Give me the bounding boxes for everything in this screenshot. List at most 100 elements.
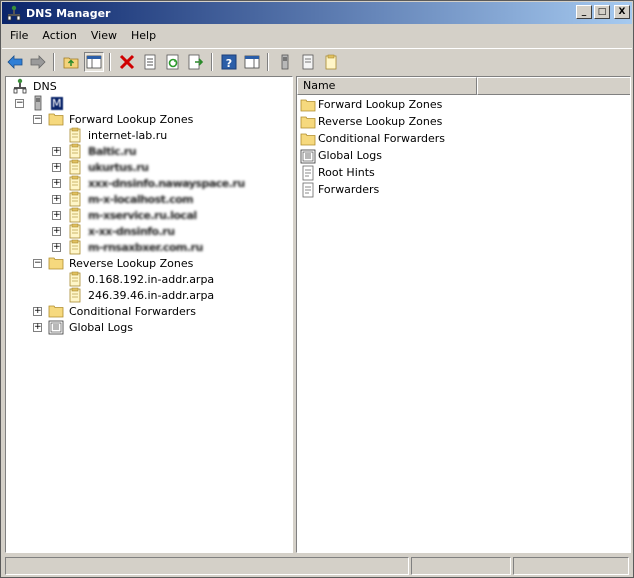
- folder-icon: [300, 99, 316, 111]
- refresh-icon: [166, 54, 179, 69]
- tree-item-reverse-zone[interactable]: 0.168.192.in-addr.arpa: [67, 271, 214, 287]
- close-icon: X: [618, 6, 626, 17]
- collapse-server-toggle[interactable]: −: [15, 99, 24, 108]
- up-one-level-button[interactable]: [61, 52, 81, 72]
- tree-label: ukurtus.ru: [88, 160, 149, 174]
- expand-zone-toggle[interactable]: +: [52, 179, 61, 188]
- list-item[interactable]: Root Hints: [300, 164, 375, 181]
- tree-item-forward-zone[interactable]: ukurtus.ru: [67, 159, 149, 175]
- expand-zone-toggle[interactable]: +: [52, 195, 61, 204]
- tree-item-dns[interactable]: DNS: [12, 78, 57, 94]
- tree-label: xxx-dnsinfo.nawayspace.ru: [88, 176, 245, 190]
- new-record-button[interactable]: [298, 52, 318, 72]
- status-pane-main: [5, 557, 409, 575]
- log-icon: [48, 320, 64, 335]
- list-item[interactable]: Reverse Lookup Zones: [300, 113, 442, 130]
- maximize-button[interactable]: □: [594, 5, 610, 19]
- tree-label: internet-lab.ru: [88, 128, 168, 142]
- tree-item-forward-zone[interactable]: x-xx-dnsinfo.ru: [67, 223, 175, 239]
- menu-bar: File Action View Help: [2, 25, 632, 47]
- help-button[interactable]: ?: [219, 52, 239, 72]
- delete-button[interactable]: [117, 52, 137, 72]
- tree-item-forward-zone[interactable]: Baltic.ru: [67, 143, 137, 159]
- back-button[interactable]: [5, 52, 25, 72]
- expand-zone-toggle[interactable]: +: [52, 243, 61, 252]
- expand-zone-toggle[interactable]: +: [52, 163, 61, 172]
- minimize-button[interactable]: _: [576, 5, 592, 19]
- tree-item-forward-zone[interactable]: m-xservice.ru.local: [67, 207, 197, 223]
- tree-item-forward-lookup-zones[interactable]: Forward Lookup Zones: [48, 111, 193, 127]
- list-item-label: Forwarders: [318, 183, 380, 196]
- tree-label: Conditional Forwarders: [69, 304, 197, 318]
- tree-item-server[interactable]: M: [30, 95, 63, 111]
- zone-icon: [69, 143, 81, 159]
- list-item-label: Conditional Forwarders: [318, 132, 446, 145]
- dns-manager-window: DNS Manager _ □ X File Action View Help: [0, 0, 634, 578]
- tree-item-forward-zone[interactable]: xxx-dnsinfo.nawayspace.ru: [67, 175, 245, 191]
- menu-action[interactable]: Action: [36, 27, 82, 45]
- menu-view[interactable]: View: [85, 27, 123, 45]
- list-item[interactable]: Forward Lookup Zones: [300, 96, 442, 113]
- menu-help[interactable]: Help: [125, 27, 162, 45]
- refresh-button[interactable]: [163, 52, 183, 72]
- forward-button[interactable]: [28, 52, 48, 72]
- new-zone-button[interactable]: [321, 52, 341, 72]
- title-bar[interactable]: DNS Manager _ □ X: [2, 2, 632, 24]
- folder-icon: [48, 305, 64, 318]
- show-hide-action-pane-button[interactable]: [242, 52, 262, 72]
- console-tree[interactable]: DNS − M − Forward Lookup Zones internet-…: [5, 76, 293, 553]
- results-list[interactable]: Name Forward Lookup Zones Reverse Lookup …: [296, 76, 631, 553]
- toolbar: ?: [2, 48, 632, 74]
- tree-item-reverse-lookup-zones[interactable]: Reverse Lookup Zones: [48, 255, 193, 271]
- tree-label: Forward Lookup Zones: [69, 112, 194, 126]
- column-header-empty[interactable]: [477, 77, 630, 95]
- collapse-forward-zones-toggle[interactable]: −: [33, 115, 42, 124]
- menu-file[interactable]: File: [4, 27, 34, 45]
- zone-icon: [325, 54, 337, 69]
- export-list-button[interactable]: [186, 52, 206, 72]
- folder-up-icon: [63, 57, 79, 68]
- tree-item-reverse-zone[interactable]: 246.39.46.in-addr.arpa: [67, 287, 214, 303]
- expand-zone-toggle[interactable]: +: [52, 211, 61, 220]
- folder-icon: [300, 133, 316, 145]
- back-arrow-icon: [7, 54, 23, 69]
- tree-item-conditional-forwarders[interactable]: Conditional Forwarders: [48, 303, 196, 319]
- console-tree-icon: [86, 55, 102, 68]
- toolbar-separator: [267, 52, 269, 71]
- column-label: Name: [303, 79, 336, 92]
- zone-icon: [69, 191, 81, 207]
- tree-label: x-xx-dnsinfo.ru: [88, 224, 175, 238]
- help-icon: ?: [221, 54, 237, 70]
- list-item-label: Reverse Lookup Zones: [318, 115, 443, 128]
- tree-item-forward-zone[interactable]: m-rnsaxbxer.com.ru: [67, 239, 203, 255]
- list-item[interactable]: Conditional Forwarders: [300, 130, 445, 147]
- list-item[interactable]: Global Logs: [300, 147, 382, 164]
- server-button[interactable]: [275, 52, 295, 72]
- tree-item-global-logs[interactable]: Global Logs: [48, 319, 133, 335]
- zone-icon: [69, 223, 81, 239]
- expand-zone-toggle[interactable]: +: [52, 147, 61, 156]
- column-header-name[interactable]: Name: [297, 77, 477, 95]
- list-item-label: Global Logs: [318, 149, 382, 162]
- properties-button[interactable]: [140, 52, 160, 72]
- expand-conditional-forwarders-toggle[interactable]: +: [33, 307, 42, 316]
- expand-zone-toggle[interactable]: +: [52, 227, 61, 236]
- zone-icon: [69, 239, 81, 255]
- tree-label: Reverse Lookup Zones: [69, 256, 194, 270]
- tree-item-forward-zone[interactable]: m-x-localhost.com: [67, 191, 194, 207]
- tree-item-forward-zone[interactable]: internet-lab.ru: [67, 127, 167, 143]
- close-button[interactable]: X: [614, 5, 630, 19]
- toolbar-separator: [211, 52, 213, 71]
- list-item-label: Forward Lookup Zones: [318, 98, 443, 111]
- expand-global-logs-toggle[interactable]: +: [33, 323, 42, 332]
- tree-label: Global Logs: [69, 320, 133, 334]
- status-bar: [5, 557, 631, 575]
- maximize-icon: □: [597, 6, 607, 17]
- zone-icon: [69, 287, 81, 303]
- collapse-reverse-zones-toggle[interactable]: −: [33, 259, 42, 268]
- list-item[interactable]: Forwarders: [300, 181, 379, 198]
- show-hide-console-tree-button[interactable]: [84, 51, 104, 72]
- dns-app-icon: [7, 5, 21, 21]
- folder-icon: [300, 116, 316, 128]
- tree-label: 246.39.46.in-addr.arpa: [88, 288, 215, 302]
